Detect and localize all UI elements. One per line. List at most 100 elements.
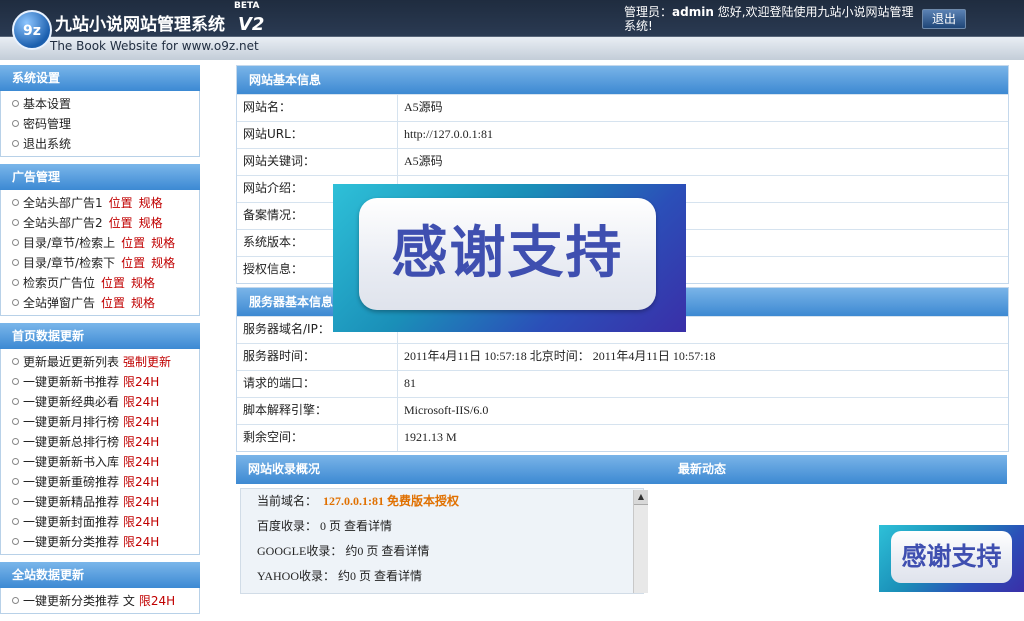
- watermark-text: 感谢支持: [391, 221, 624, 286]
- update-tag[interactable]: 限24H: [123, 535, 159, 549]
- ad-position-link[interactable]: 位置: [109, 216, 133, 230]
- sidebar-item-update[interactable]: 一键更新经典必看 限24H: [1, 392, 199, 412]
- sidebar-heading-ads[interactable]: 广告管理: [0, 164, 200, 190]
- sidebar-item-logout[interactable]: 退出系统: [1, 134, 199, 154]
- update-tag[interactable]: 限24H: [123, 495, 159, 509]
- ad-position-link[interactable]: 位置: [101, 296, 125, 310]
- info-row: 请求的端口： 81: [237, 370, 1008, 397]
- sidebar-item-update[interactable]: 一键更新分类推荐 文限24H: [1, 591, 199, 611]
- view-details-link[interactable]: 查看详情: [381, 544, 429, 558]
- bullet-icon: [12, 219, 19, 226]
- version-label: V2: [238, 14, 265, 35]
- sidebar-item-ad[interactable]: 全站头部广告2 位置 规格: [1, 213, 199, 233]
- update-tag[interactable]: 限24H: [139, 594, 175, 608]
- top-header: 9z 九站小说网站管理系统 BETA V2 The Book Website f…: [0, 0, 1024, 60]
- sidebar-item-ad[interactable]: 全站头部广告1 位置 规格: [1, 193, 199, 213]
- bullet-icon: [12, 478, 19, 485]
- ad-position-link[interactable]: 位置: [121, 236, 145, 250]
- sidebar-item-update[interactable]: 一键更新封面推荐 限24H: [1, 512, 199, 532]
- ad-position-link[interactable]: 位置: [101, 276, 125, 290]
- sidebar-heading-home[interactable]: 首页数据更新: [0, 323, 200, 349]
- sidebar-item-password[interactable]: 密码管理: [1, 114, 199, 134]
- sidebar: 系统设置 基本设置 密码管理 退出系统 广告管理 全站头部广告1 位置 规格 全站头…: [0, 65, 200, 621]
- info-row: 剩余空间： 1921.13 M: [237, 424, 1008, 451]
- stats-box[interactable]: 当前域名： 127.0.0.1:81 免费版本授权 百度收录： 0 页 查看详情 …: [240, 488, 648, 594]
- ad-spec-link[interactable]: 规格: [131, 276, 155, 290]
- current-domain: 当前域名： 127.0.0.1:81 免费版本授权: [257, 494, 460, 508]
- sidebar-item-update[interactable]: 一键更新分类推荐 限24H: [1, 532, 199, 552]
- bullet-icon: [12, 299, 19, 306]
- bullet-icon: [12, 518, 19, 525]
- logo-icon: 9z: [12, 10, 52, 50]
- scroll-up-icon[interactable]: ▲: [634, 490, 648, 505]
- header-subtitle: The Book Website for www.o9z.net: [50, 39, 259, 53]
- domain-value: 127.0.0.1:81 免费版本授权: [323, 494, 460, 508]
- ad-spec-link[interactable]: 规格: [151, 236, 175, 250]
- sidebar-item-update[interactable]: 一键更新新书推荐 限24H: [1, 372, 199, 392]
- bullet-icon: [12, 498, 19, 505]
- stat-line: 百度收录： 0 页 查看详情: [257, 519, 393, 533]
- update-tag[interactable]: 限24H: [123, 435, 159, 449]
- ad-spec-link[interactable]: 规格: [139, 216, 163, 230]
- watermark-text-small: 感谢支持: [901, 542, 1002, 571]
- sidebar-item-ad[interactable]: 检索页广告位 位置 规格: [1, 273, 199, 293]
- sidebar-section-home: 首页数据更新 更新最近更新列表 强制更新 一键更新新书推荐 限24H 一键更新经典必…: [0, 323, 200, 555]
- bullet-icon: [12, 458, 19, 465]
- sidebar-section-site: 全站数据更新 一键更新分类推荐 文限24H: [0, 562, 200, 614]
- sidebar-item-basic-settings[interactable]: 基本设置: [1, 94, 199, 114]
- stat-line: YAHOO收录： 约0 页 查看详情: [257, 569, 423, 583]
- sidebar-heading-site[interactable]: 全站数据更新: [0, 562, 200, 588]
- info-row: 网站URL： http://127.0.0.1:81: [237, 121, 1008, 148]
- update-tag[interactable]: 限24H: [123, 515, 159, 529]
- thanks-watermark: 感谢支持: [333, 184, 686, 332]
- sidebar-item-ad[interactable]: 全站弹窗广告 位置 规格: [1, 293, 199, 313]
- ad-spec-link[interactable]: 规格: [139, 196, 163, 210]
- sidebar-item-update[interactable]: 一键更新新书入库 限24H: [1, 452, 199, 472]
- bullet-icon: [12, 358, 19, 365]
- sidebar-heading-system[interactable]: 系统设置: [0, 65, 200, 91]
- view-details-link[interactable]: 查看详情: [374, 569, 422, 583]
- sidebar-item-update[interactable]: 一键更新总排行榜 限24H: [1, 432, 199, 452]
- sidebar-section-ads: 广告管理 全站头部广告1 位置 规格 全站头部广告2 位置 规格 目录/章节/检索上 位置…: [0, 164, 200, 316]
- update-tag[interactable]: 限24H: [123, 455, 159, 469]
- scrollbar[interactable]: ▲: [633, 490, 648, 593]
- admin-label: 管理员：: [624, 5, 673, 19]
- system-title: 九站小说网站管理系统: [55, 15, 225, 35]
- bullet-icon: [12, 239, 19, 246]
- update-tag[interactable]: 限24H: [123, 375, 159, 389]
- admin-name: admin: [672, 5, 714, 19]
- site-info-title: 网站基本信息: [237, 66, 1008, 94]
- update-tag[interactable]: 限24H: [123, 475, 159, 489]
- sidebar-item-update[interactable]: 更新最近更新列表 强制更新: [1, 352, 199, 372]
- bullet-icon: [12, 100, 19, 107]
- bullet-icon: [12, 378, 19, 385]
- bullet-icon: [12, 259, 19, 266]
- info-row: 脚本解释引擎： Microsoft-IIS/6.0: [237, 397, 1008, 424]
- ad-position-link[interactable]: 位置: [121, 256, 145, 270]
- bullet-icon: [12, 597, 19, 604]
- thanks-watermark-small: 感谢支持: [879, 525, 1024, 592]
- bullet-icon: [12, 418, 19, 425]
- sidebar-item-ad[interactable]: 目录/章节/检索上 位置 规格: [1, 233, 199, 253]
- sidebar-item-ad[interactable]: 目录/章节/检索下 位置 规格: [1, 253, 199, 273]
- info-row: 网站关键词： A5源码: [237, 148, 1008, 175]
- update-tag[interactable]: 强制更新: [123, 355, 171, 369]
- ad-spec-link[interactable]: 规格: [131, 296, 155, 310]
- bullet-icon: [12, 199, 19, 206]
- bullet-icon: [12, 120, 19, 127]
- recent-news-title: 最新动态: [678, 462, 727, 476]
- admin-welcome: 管理员：admin 您好,欢迎登陆使用九站小说网站管理系统!: [624, 5, 918, 33]
- bullet-icon: [12, 140, 19, 147]
- ad-spec-link[interactable]: 规格: [151, 256, 175, 270]
- update-tag[interactable]: 限24H: [123, 415, 159, 429]
- sidebar-item-update[interactable]: 一键更新月排行榜 限24H: [1, 412, 199, 432]
- bullet-icon: [12, 438, 19, 445]
- sidebar-item-update[interactable]: 一键更新精品推荐 限24H: [1, 492, 199, 512]
- stat-line: GOOGLE收录： 约0 页 查看详情: [257, 544, 430, 558]
- sidebar-item-update[interactable]: 一键更新重磅推荐 限24H: [1, 472, 199, 492]
- info-row: 网站名： A5源码: [237, 94, 1008, 121]
- view-details-link[interactable]: 查看详情: [344, 519, 392, 533]
- ad-position-link[interactable]: 位置: [109, 196, 133, 210]
- update-tag[interactable]: 限24H: [123, 395, 159, 409]
- logout-button[interactable]: 退出: [922, 9, 966, 29]
